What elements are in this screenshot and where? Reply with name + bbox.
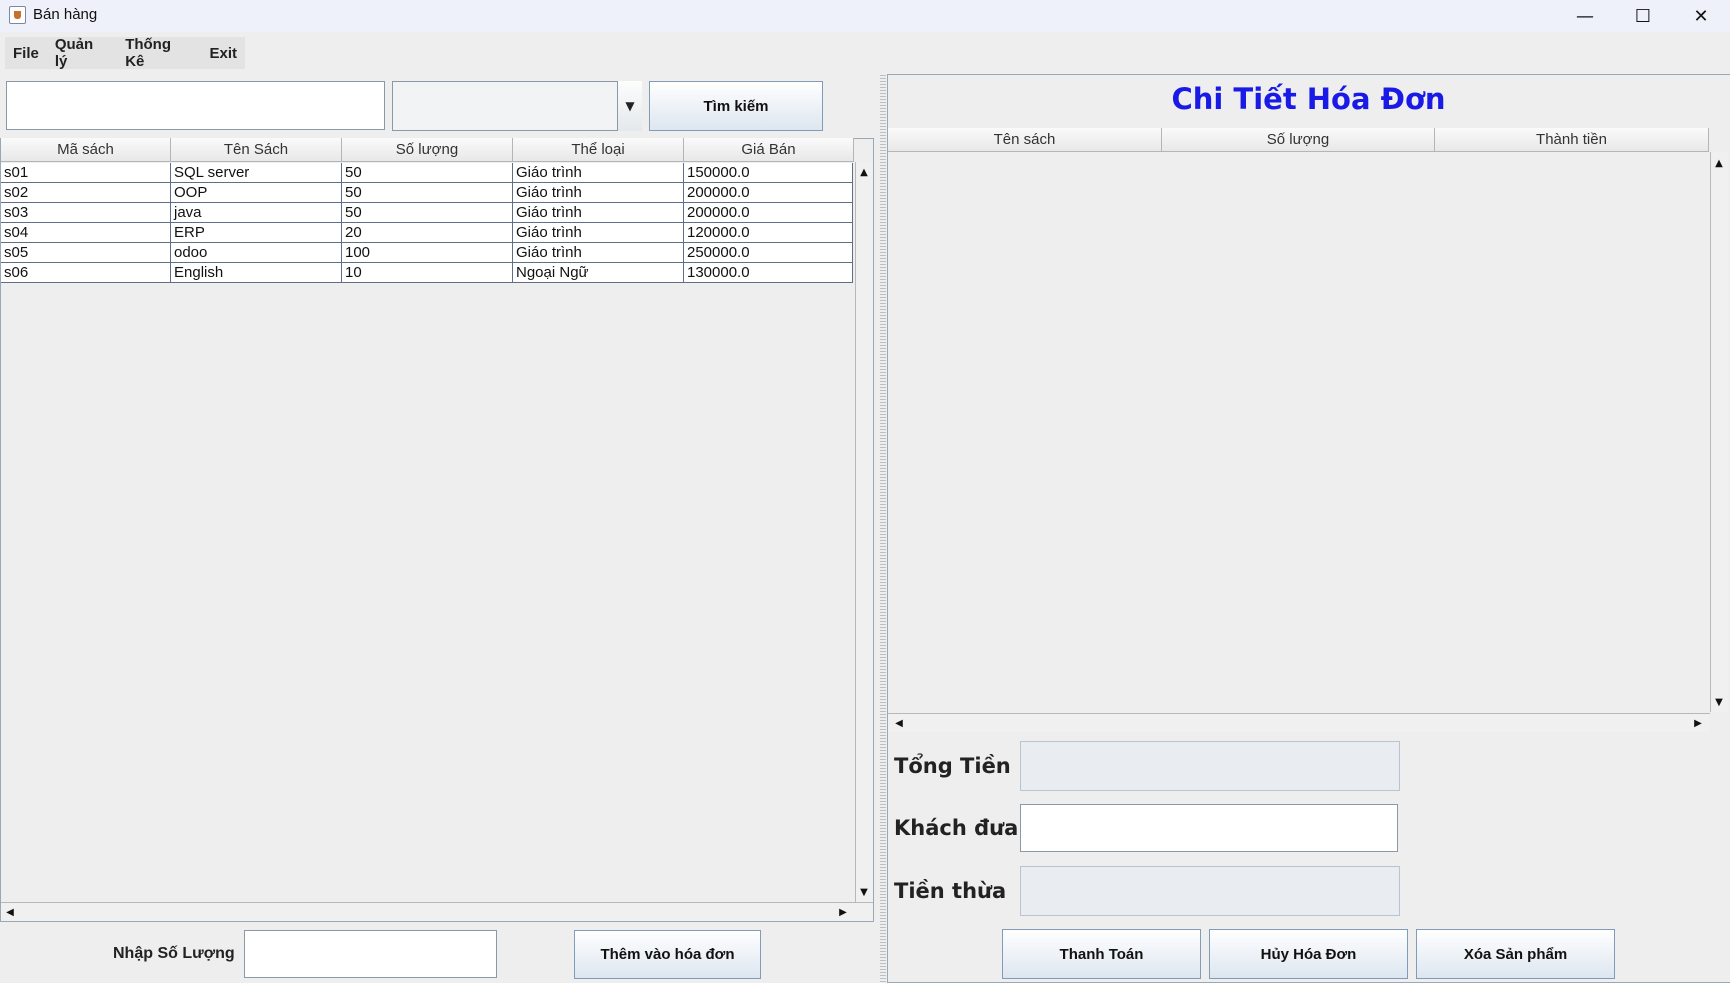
customer-paid-label: Khách đưa: [894, 816, 1019, 840]
cell-book-id: s05: [1, 243, 171, 263]
quantity-label: Nhập Số Lượng: [113, 945, 235, 962]
cell-book-name: ERP: [171, 223, 342, 243]
cell-price: 120000.0: [684, 223, 853, 243]
cell-price: 200000.0: [684, 183, 853, 203]
menu-bar: File Quản lý Thống Kê Exit: [5, 36, 245, 70]
change-field: [1020, 866, 1400, 916]
cell-book-id: s04: [1, 223, 171, 243]
scroll-left-arrow-icon[interactable]: ◀: [890, 714, 908, 732]
table-row[interactable]: s05 odoo 100 Giáo trình 250000.0: [1, 243, 853, 263]
table-row[interactable]: s06 English 10 Ngoại Ngữ 130000.0: [1, 263, 853, 283]
cell-book-name: SQL server: [171, 163, 342, 183]
column-header-book-id[interactable]: Mã sách: [1, 138, 171, 162]
cell-category: Giáo trình: [513, 243, 684, 263]
chevron-down-icon[interactable]: ▼: [617, 81, 642, 131]
cell-category: Giáo trình: [513, 183, 684, 203]
scroll-right-arrow-icon[interactable]: ▶: [1689, 714, 1707, 732]
maximize-button[interactable]: ☐: [1614, 0, 1672, 32]
scroll-down-arrow-icon[interactable]: ▼: [855, 883, 873, 901]
cell-price: 250000.0: [684, 243, 853, 263]
cell-book-id: s03: [1, 203, 171, 223]
customer-paid-input[interactable]: [1020, 804, 1398, 852]
scroll-up-arrow-icon[interactable]: ▲: [855, 163, 873, 181]
cell-category: Ngoại Ngữ: [513, 263, 684, 283]
scroll-up-arrow-icon[interactable]: ▲: [1710, 154, 1728, 172]
cell-category: Giáo trình: [513, 163, 684, 183]
cell-quantity: 50: [342, 163, 513, 183]
table-row[interactable]: s02 OOP 50 Giáo trình 200000.0: [1, 183, 853, 203]
menu-file[interactable]: File: [5, 45, 47, 62]
change-label: Tiền thừa: [894, 879, 1007, 903]
cell-book-name: English: [171, 263, 342, 283]
category-select[interactable]: [392, 81, 642, 131]
cancel-invoice-button[interactable]: Hủy Hóa Đơn: [1209, 929, 1408, 979]
pay-button[interactable]: Thanh Toán: [1002, 929, 1201, 979]
column-header-item-quantity[interactable]: Số lượng: [1162, 128, 1435, 152]
books-table-horizontal-scrollbar[interactable]: [1, 902, 873, 921]
search-input[interactable]: [6, 81, 385, 130]
cell-book-name: OOP: [171, 183, 342, 203]
scroll-left-arrow-icon[interactable]: ◀: [1, 903, 19, 921]
window-title: Bán hàng: [33, 6, 98, 23]
add-to-invoice-button[interactable]: Thêm vào hóa đơn: [574, 930, 761, 979]
scroll-right-arrow-icon[interactable]: ▶: [834, 903, 852, 921]
cell-quantity: 50: [342, 203, 513, 223]
java-app-icon: [9, 6, 26, 24]
total-label: Tổng Tiền: [894, 754, 1011, 778]
invoice-table-vertical-scrollbar[interactable]: [1710, 152, 1728, 712]
menu-statistics[interactable]: Thống Kê: [117, 36, 201, 70]
cell-category: Giáo trình: [513, 223, 684, 243]
cell-price: 150000.0: [684, 163, 853, 183]
scroll-down-arrow-icon[interactable]: ▼: [1710, 693, 1728, 711]
cell-quantity: 20: [342, 223, 513, 243]
cell-quantity: 100: [342, 243, 513, 263]
menu-exit[interactable]: Exit: [201, 45, 245, 62]
cell-price: 130000.0: [684, 263, 853, 283]
column-header-item-name[interactable]: Tên sách: [888, 128, 1162, 152]
column-header-category[interactable]: Thể loại: [513, 138, 684, 162]
cell-book-id: s02: [1, 183, 171, 203]
cell-book-name: odoo: [171, 243, 342, 263]
cell-book-name: java: [171, 203, 342, 223]
delete-product-button[interactable]: Xóa Sản phẩm: [1416, 929, 1615, 979]
table-row[interactable]: s03 java 50 Giáo trình 200000.0: [1, 203, 853, 223]
table-row[interactable]: s01 SQL server 50 Giáo trình 150000.0: [1, 163, 853, 183]
close-button[interactable]: ✕: [1672, 0, 1730, 32]
split-pane-divider[interactable]: [880, 75, 886, 983]
cell-price: 200000.0: [684, 203, 853, 223]
total-field: [1020, 741, 1400, 791]
search-button[interactable]: Tìm kiếm: [649, 81, 823, 131]
column-header-book-name[interactable]: Tên Sách: [171, 138, 342, 162]
cell-category: Giáo trình: [513, 203, 684, 223]
books-table-vertical-scrollbar[interactable]: [855, 162, 873, 902]
menu-manage[interactable]: Quản lý: [47, 36, 117, 70]
column-header-quantity[interactable]: Số lượng: [342, 138, 513, 162]
invoice-detail-title: Chi Tiết Hóa Đơn: [1171, 82, 1446, 116]
cell-book-id: s01: [1, 163, 171, 183]
cell-quantity: 50: [342, 183, 513, 203]
minimize-button[interactable]: —: [1556, 0, 1614, 32]
cell-book-id: s06: [1, 263, 171, 283]
column-header-price[interactable]: Giá Bán: [684, 138, 854, 162]
window-titlebar: [0, 0, 1730, 32]
quantity-input[interactable]: [244, 930, 497, 978]
column-header-item-total[interactable]: Thành tiền: [1435, 128, 1709, 152]
invoice-table-horizontal-scrollbar[interactable]: [888, 713, 1710, 732]
cell-quantity: 10: [342, 263, 513, 283]
table-row[interactable]: s04 ERP 20 Giáo trình 120000.0: [1, 223, 853, 243]
